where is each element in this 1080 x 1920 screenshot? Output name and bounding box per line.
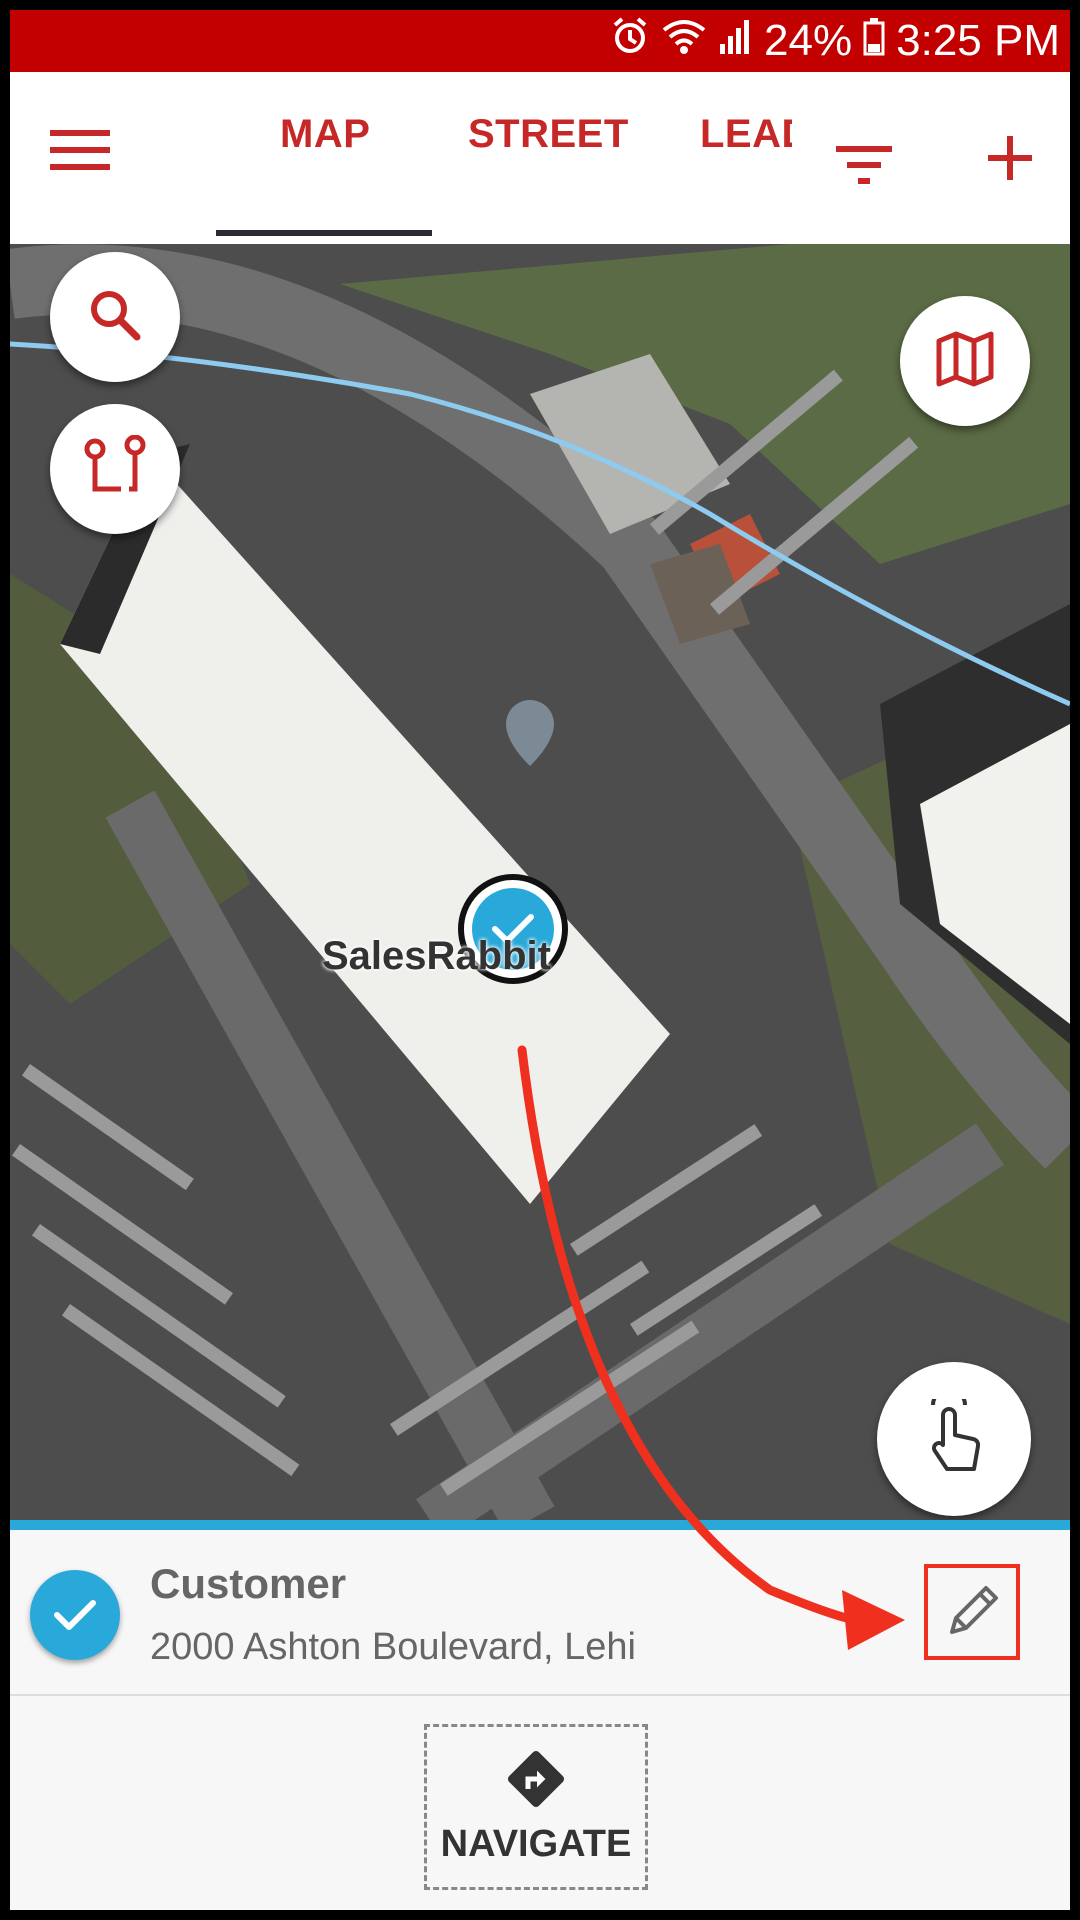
alarm-icon <box>610 16 650 67</box>
map-layers-icon <box>936 331 994 392</box>
check-icon <box>54 1600 96 1630</box>
clock: 3:25 PM <box>896 16 1060 65</box>
lead-address: 2000 Ashton Boulevard, Lehi <box>150 1626 636 1668</box>
status-bar: 24% 3:25 PM <box>10 10 1070 72</box>
battery-percent: 24% <box>764 16 853 65</box>
menu-icon[interactable] <box>50 128 110 177</box>
tab-map[interactable]: MAP <box>280 112 370 157</box>
divider <box>10 1694 1070 1696</box>
search-icon <box>87 287 143 348</box>
sheet-top-border <box>10 1520 1070 1530</box>
map-search-button[interactable] <box>50 252 180 382</box>
pencil-icon <box>950 1586 998 1634</box>
app-bar: MAP STREET LEADS <box>10 72 1070 244</box>
lead-status-badge[interactable] <box>30 1570 120 1660</box>
tab-street[interactable]: STREET <box>468 112 629 157</box>
route-button[interactable] <box>50 404 180 534</box>
navigate-label: NAVIGATE <box>440 1822 632 1865</box>
map-place-label: SalesRabbit <box>322 934 551 978</box>
map-view[interactable]: SalesRabbit <box>10 244 1070 1520</box>
lead-title: Customer <box>150 1560 347 1607</box>
lead-details-panel: Customer 2000 Ashton Boulevard, Lehi NAV… <box>10 1530 1070 1910</box>
active-tab-indicator <box>216 230 432 236</box>
touch-select-button[interactable] <box>877 1362 1031 1516</box>
tab-leads[interactable]: LEADS <box>700 112 792 157</box>
touch-select-icon <box>919 1386 989 1480</box>
signal-icon <box>718 16 754 67</box>
wifi-icon <box>660 16 708 67</box>
app-screen: 24% 3:25 PM MAP STREET LEADS <box>10 10 1070 1910</box>
edit-lead-button[interactable] <box>924 1564 1020 1660</box>
battery-icon <box>862 16 886 67</box>
navigate-button[interactable]: NAVIGATE <box>424 1724 648 1890</box>
add-icon[interactable] <box>986 134 1034 187</box>
map-layers-button[interactable] <box>900 296 1030 426</box>
filter-icon[interactable] <box>836 146 892 191</box>
route-icon <box>83 434 147 504</box>
directions-icon <box>507 1750 565 1807</box>
